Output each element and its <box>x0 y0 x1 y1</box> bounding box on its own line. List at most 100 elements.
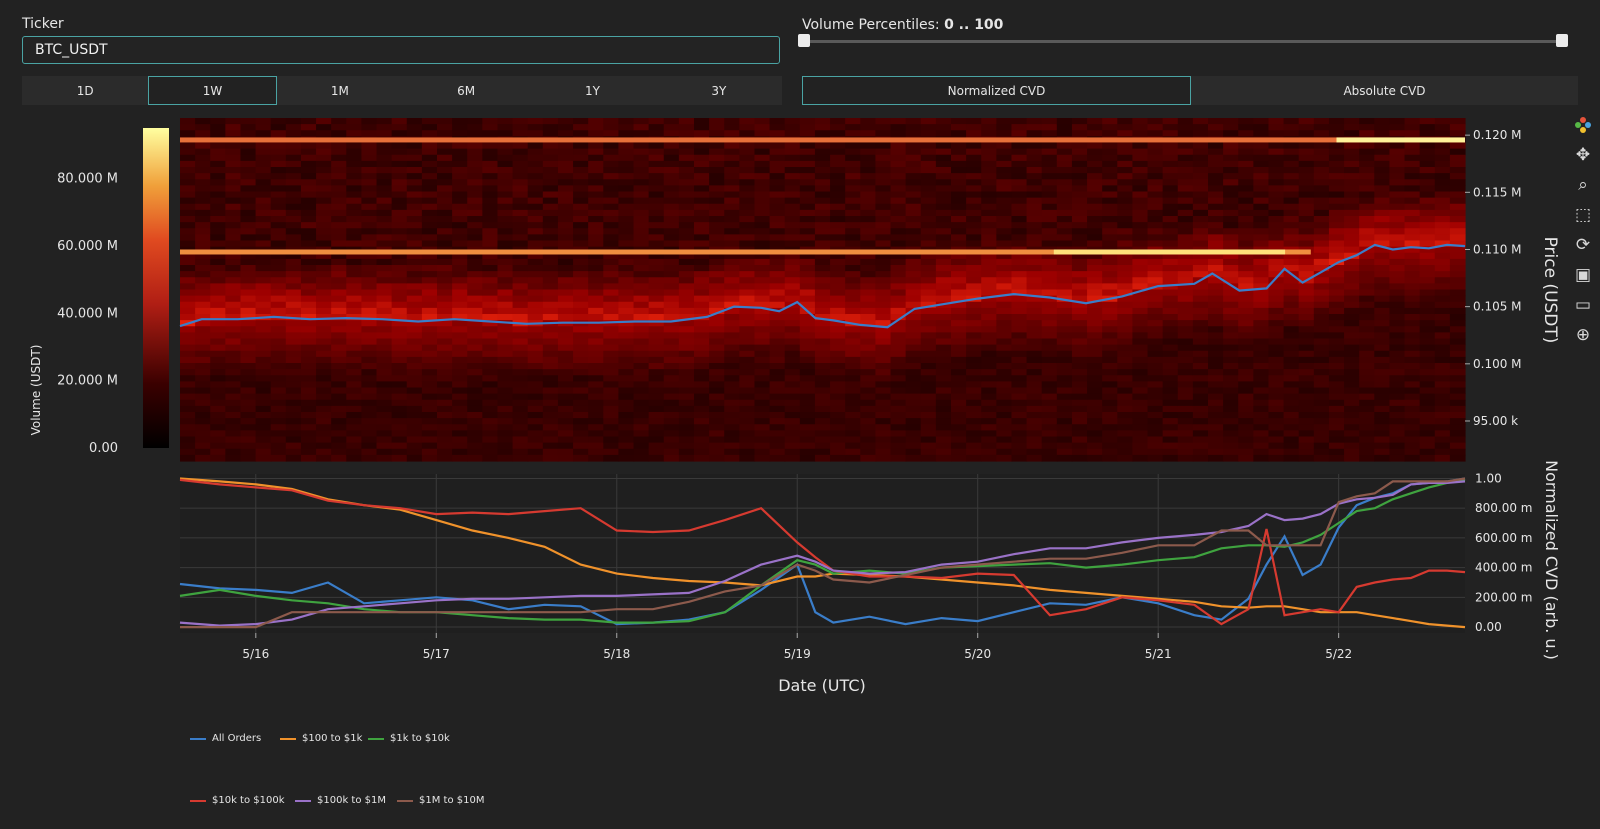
heatmap-cell <box>603 209 620 217</box>
heatmap-cell <box>678 369 695 376</box>
heatmap-cell <box>331 399 347 407</box>
heatmap-cell <box>1298 258 1315 266</box>
heatmap-cell <box>180 307 196 315</box>
heatmap-cell <box>1359 448 1375 456</box>
heatmap-cell <box>1041 381 1058 389</box>
heatmap-cell <box>1374 338 1391 346</box>
heatmap-cell <box>331 154 347 162</box>
heatmap-cell <box>1056 363 1073 370</box>
heatmap-cell <box>497 307 514 315</box>
legend-item-1m-to-10m[interactable]: $1M to $10M <box>397 795 484 806</box>
heatmap-cell <box>1313 130 1330 137</box>
heatmap-cell <box>270 430 287 438</box>
heatmap-cell <box>663 234 680 242</box>
heatmap-cell <box>935 167 952 174</box>
heatmap-cell <box>1177 130 1194 137</box>
heatmap-cell <box>1238 356 1254 364</box>
heatmap-cell <box>814 142 831 150</box>
legend-item-100k-to-1m[interactable]: $100k to $1M <box>295 795 386 806</box>
heatmap-cell <box>361 154 378 162</box>
heatmap-cell <box>210 173 226 180</box>
heatmap-cell <box>814 332 831 340</box>
heatmap-cell <box>1434 412 1451 419</box>
heatmap-cell <box>1223 375 1239 382</box>
heatmap-cell <box>557 412 574 419</box>
heatmap-cell <box>981 234 997 242</box>
heatmap-cell <box>1056 160 1073 168</box>
heatmap-cell <box>1147 173 1164 180</box>
heatmap-cell <box>1223 228 1239 235</box>
heatmap-cell <box>1238 173 1254 180</box>
heatmap-cell <box>618 314 635 321</box>
heatmap-cell <box>1404 271 1421 278</box>
heatmap-cell <box>1117 344 1134 352</box>
heatmap-cell <box>1298 173 1315 180</box>
heatmap-cell <box>966 424 982 431</box>
heatmap-cell <box>1208 363 1224 370</box>
heatmap-cell <box>1344 228 1360 235</box>
heatmap-cell <box>285 142 302 150</box>
heatmap-cell <box>376 222 393 229</box>
heatmap-cell <box>1449 375 1466 382</box>
heatmap-cell <box>709 289 725 297</box>
heatmap-cell <box>694 130 710 137</box>
heatmap-cell <box>1298 356 1315 364</box>
heatmap-cell <box>754 258 771 266</box>
heatmap-cell <box>920 448 937 456</box>
legend-item-all-orders[interactable]: All Orders <box>190 733 261 744</box>
heatmap-cell <box>1449 167 1466 174</box>
heatmap-cell <box>316 234 332 242</box>
heatmap-cell <box>331 356 347 364</box>
legend-item-100-to-1k[interactable]: $100 to $1k <box>280 733 362 744</box>
heatmap-cell <box>255 399 272 407</box>
heatmap-cell <box>754 295 771 303</box>
heatmap-cell <box>618 307 635 315</box>
heatmap-cell <box>784 173 801 180</box>
heatmap-cell <box>1449 154 1466 162</box>
heatmap-cell <box>935 216 952 223</box>
heatmap-cell <box>1344 154 1360 162</box>
heatmap-cell <box>406 277 423 284</box>
heatmap-cell <box>663 216 680 223</box>
heatmap-cell <box>860 148 877 156</box>
heatmap-cell <box>1117 197 1134 205</box>
heatmap-cell <box>557 301 574 309</box>
heatmap-cell <box>421 436 438 444</box>
heatmap-cell <box>1117 277 1134 284</box>
heatmap-cell <box>663 228 680 235</box>
heatmap-cell <box>905 271 922 278</box>
heatmap-cell <box>1238 228 1254 235</box>
heatmap-cell <box>1056 387 1073 395</box>
legend-item-10k-to-100k[interactable]: $10k to $100k <box>190 795 285 806</box>
heatmap-cell <box>240 154 257 162</box>
heatmap-cell <box>1313 430 1330 438</box>
heatmap-cell <box>648 424 665 431</box>
heatmap-cell <box>512 118 529 125</box>
heatmap-cell <box>724 375 740 382</box>
heatmap-cell <box>1344 418 1360 425</box>
heatmap-cell <box>830 430 846 438</box>
heatmap-cell <box>1132 424 1149 431</box>
heatmap-cell <box>981 375 997 382</box>
heatmap-cell <box>1132 436 1149 444</box>
heatmap-cell <box>1102 148 1118 156</box>
date-tick-label: 5/22 <box>1325 647 1352 661</box>
heatmap-cell <box>678 271 695 278</box>
legend-item-1k-to-10k[interactable]: $1k to $10k <box>368 733 450 744</box>
heatmap-cell <box>875 369 892 376</box>
heatmap-cell <box>300 234 317 242</box>
heatmap-cell <box>331 203 347 211</box>
heatmap-cell <box>981 142 997 150</box>
heatmap-cell <box>361 436 378 444</box>
heatmap-cell <box>225 399 242 407</box>
heatmap-cell <box>406 203 423 211</box>
heatmap-cell <box>316 240 332 248</box>
heatmap-cell <box>1177 124 1194 131</box>
heatmap-cell <box>1117 167 1134 174</box>
heatmap-cell <box>1102 216 1118 223</box>
heatmap-cell <box>1298 442 1315 450</box>
heatmap-cell <box>1117 271 1134 278</box>
heatmap-cell <box>799 375 816 382</box>
heatmap-cell <box>1147 124 1164 131</box>
price-tick-label: 0.120 M <box>1473 128 1522 142</box>
